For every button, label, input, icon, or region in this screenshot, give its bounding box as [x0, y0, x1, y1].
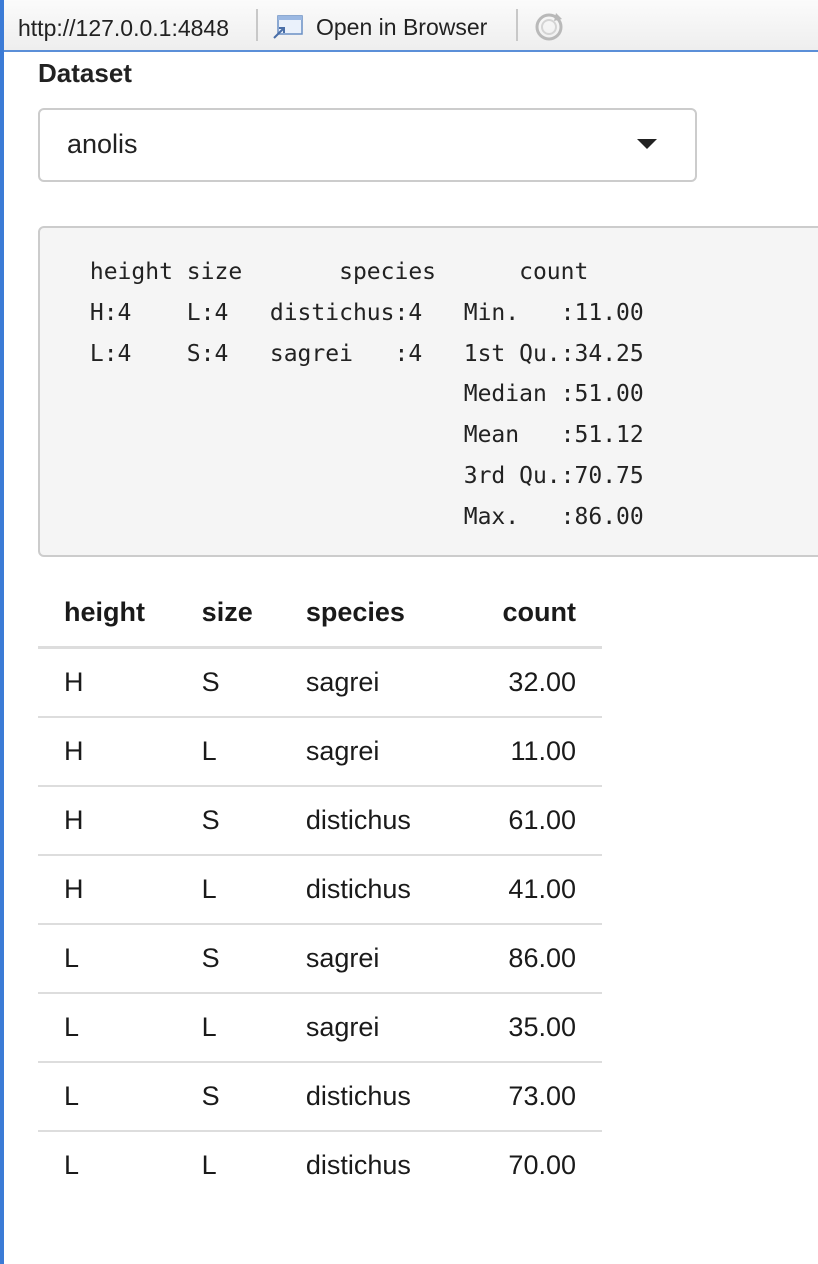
cell-size: S	[201, 924, 306, 994]
cell-count: 35.00	[468, 993, 602, 1063]
table-row: H L distichus 41.00	[38, 855, 602, 925]
table-row: H L sagrei 11.00	[38, 717, 602, 787]
cell-height: H	[38, 855, 202, 925]
cell-species: distichus	[305, 1062, 469, 1132]
cell-count: 41.00	[468, 855, 602, 925]
cell-size: S	[201, 786, 306, 856]
cell-size: L	[201, 1150, 217, 1180]
refresh-icon[interactable]	[532, 10, 566, 44]
table-row: L L sagrei 35.00	[38, 993, 602, 1063]
cell-count: 70.00	[508, 1150, 576, 1180]
column-header-species: species	[305, 578, 469, 649]
toolbar-separator	[516, 9, 518, 41]
cell-count: 73.00	[468, 1062, 602, 1132]
window-left-border	[0, 0, 4, 1264]
cell-species: sagrei	[305, 924, 469, 994]
dataset-label: Dataset	[38, 58, 132, 88]
chevron-down-icon	[637, 139, 657, 149]
cell-species: distichus	[305, 855, 469, 925]
cell-count: 11.00	[468, 717, 602, 787]
cell-height: H	[38, 717, 202, 787]
cell-height: L	[64, 1150, 80, 1180]
summary-text: height size species count H:4 L:4 distic…	[89, 259, 644, 530]
table-row: H S sagrei 32.00	[38, 647, 602, 718]
open-in-browser-label: Open in Browser	[316, 13, 488, 40]
column-header-height: height	[38, 578, 202, 649]
cell-count: 61.00	[468, 786, 602, 856]
cell-height: H	[38, 647, 202, 718]
cell-size: L	[201, 855, 306, 925]
url-display[interactable]: http://127.0.0.1:4848	[18, 15, 229, 42]
summary-output: height size species count H:4 L:4 distic…	[38, 226, 818, 557]
cell-species: sagrei	[305, 717, 469, 787]
toolbar-separator	[256, 9, 258, 41]
column-header-size: size	[201, 578, 306, 649]
cell-size: S	[201, 647, 306, 718]
cell-height: L	[38, 1062, 202, 1132]
table-row: L S sagrei 86.00	[38, 924, 602, 994]
cell-species: distichus	[305, 1150, 411, 1180]
cell-size: S	[201, 1062, 306, 1132]
table-row: L L distichus 70.00	[38, 1131, 602, 1199]
cell-size: L	[201, 993, 306, 1063]
app-window: http://127.0.0.1:4848 Open in Browser Da…	[0, 0, 818, 1264]
open-in-browser-button[interactable]: Open in Browser	[272, 10, 487, 44]
dataset-select-value: anolis	[67, 129, 138, 159]
dataset-select[interactable]: anolis	[38, 108, 697, 182]
column-header-count: count	[468, 578, 602, 649]
data-table: height size species count H S sagrei 32.…	[38, 578, 602, 1199]
table-row: H S distichus 61.00	[38, 786, 602, 856]
cell-species: sagrei	[305, 993, 469, 1063]
cell-species: distichus	[305, 786, 469, 856]
cell-species: sagrei	[305, 647, 469, 718]
viewer-toolbar: http://127.0.0.1:4848 Open in Browser	[4, 0, 818, 52]
cell-count: 32.00	[468, 647, 602, 718]
table-header-row: height size species count	[38, 578, 602, 649]
cell-height: H	[38, 786, 202, 856]
cell-size: L	[201, 717, 306, 787]
cell-height: L	[38, 924, 202, 994]
cell-height: L	[38, 993, 202, 1063]
open-in-browser-icon	[273, 15, 303, 39]
cell-count: 86.00	[468, 924, 602, 994]
table-row: L S distichus 73.00	[38, 1062, 602, 1132]
